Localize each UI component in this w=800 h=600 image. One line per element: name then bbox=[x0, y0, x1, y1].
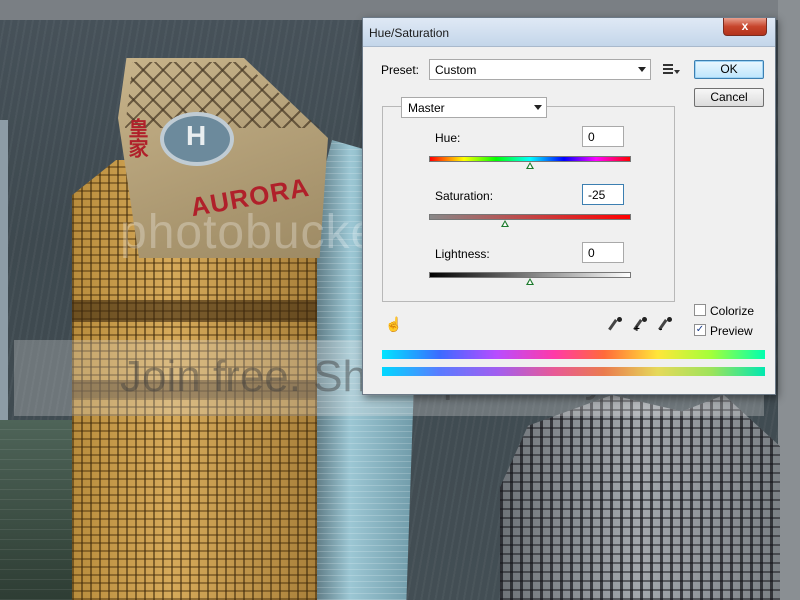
ok-button[interactable]: OK bbox=[694, 60, 764, 79]
lightness-slider-thumb[interactable] bbox=[526, 278, 534, 285]
preset-options-icon[interactable] bbox=[663, 62, 680, 76]
chevron-down-icon bbox=[638, 67, 646, 72]
input-color-spectrum bbox=[382, 350, 765, 359]
hue-input[interactable]: 0 bbox=[582, 126, 624, 147]
hue-saturation-dialog: Hue/Saturation x Preset: Custom OK Cance… bbox=[362, 17, 776, 395]
eyedropper-icon[interactable] bbox=[609, 317, 623, 334]
cancel-button[interactable]: Cancel bbox=[694, 88, 764, 107]
eyedropper-add-mark: + bbox=[634, 324, 640, 335]
preset-dropdown[interactable]: Custom bbox=[429, 59, 651, 80]
saturation-input[interactable]: -25 bbox=[582, 184, 624, 205]
canvas-frame-right bbox=[778, 0, 800, 600]
eyedropper-subtract-mark: - bbox=[659, 324, 663, 335]
hue-label: Hue: bbox=[435, 131, 461, 145]
output-color-spectrum bbox=[382, 367, 765, 376]
preset-value: Custom bbox=[435, 63, 477, 77]
grey-tower bbox=[500, 395, 780, 600]
targeted-adjustment-hand-icon[interactable]: ☝ bbox=[385, 316, 402, 333]
colorize-label: Colorize bbox=[710, 304, 755, 318]
saturation-slider-thumb[interactable] bbox=[500, 220, 509, 227]
preset-label: Preset: bbox=[381, 63, 420, 77]
channel-dropdown[interactable]: Master bbox=[401, 97, 547, 118]
lightness-input[interactable]: 0 bbox=[582, 242, 624, 263]
tower-sign-vertical: 皇家 bbox=[125, 118, 147, 158]
channel-value: Master bbox=[408, 101, 445, 115]
chevron-down-icon bbox=[534, 105, 542, 110]
eyedropper-add-icon[interactable]: + bbox=[634, 317, 648, 335]
lightness-label: Lightness: bbox=[435, 247, 490, 261]
close-button[interactable]: x bbox=[723, 18, 767, 36]
left-building bbox=[0, 120, 8, 420]
street-foliage bbox=[0, 420, 72, 600]
watermark-logo: photobucket bbox=[120, 206, 393, 259]
preview-label: Preview bbox=[710, 324, 753, 338]
helipad-letter: H bbox=[186, 120, 207, 151]
colorize-checkbox[interactable] bbox=[694, 304, 706, 316]
saturation-slider-track[interactable] bbox=[429, 214, 631, 220]
dialog-title: Hue/Saturation bbox=[369, 26, 450, 40]
preview-checkbox[interactable]: ✓ bbox=[694, 324, 706, 336]
hue-slider-thumb[interactable] bbox=[526, 162, 534, 169]
gold-tower-band bbox=[72, 300, 317, 322]
dialog-titlebar[interactable]: Hue/Saturation x bbox=[363, 18, 775, 47]
saturation-label: Saturation: bbox=[435, 189, 494, 203]
eyedropper-subtract-icon[interactable]: - bbox=[659, 317, 673, 335]
